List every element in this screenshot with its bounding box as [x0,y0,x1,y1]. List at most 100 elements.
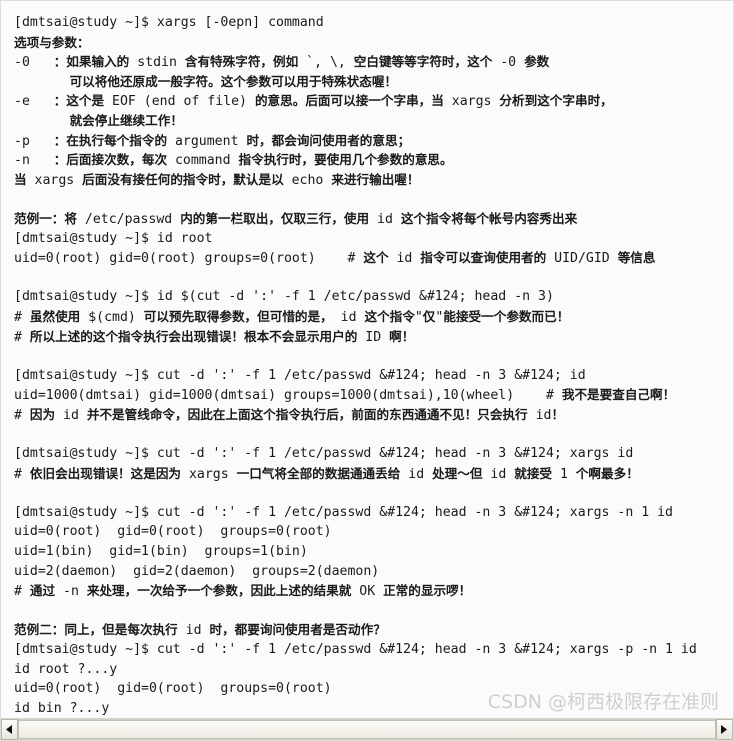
ascii-run: id bin ?...y [14,700,110,716]
ascii-run: -0 [492,55,525,71]
cjk-run: 我不是要查自己啊！ [561,387,676,403]
ascii-run: stdin [129,55,185,71]
ascii-run: -p [14,133,54,149]
terminal-line: [dmtsai@study ~]$ cut -d ':' -f 1 /etc/p… [14,366,733,386]
cjk-run: 所以上述的这个指令执行会出现错误！根本不会显示用户的 [29,328,358,344]
cjk-run: ：如果输入的 [53,54,130,70]
ascii-run: -e [14,94,54,110]
cjk-run: 虽然使用 [29,308,81,324]
ascii-run: id [55,407,87,423]
terminal-line: id bin ?...y [14,699,733,718]
ascii-run: uid=0(root) gid=0(root) groups=0(root) [14,524,332,540]
ascii-run: id [400,466,433,482]
ascii-run: [dmtsai@study ~]$ cut -d ':' -f 1 /etc/p… [14,504,673,520]
cjk-run: 仅 [422,308,436,324]
cjk-run: 能接受一个参数而已！ [443,308,570,324]
terminal-line: uid=0(root) gid=0(root) groups=0(root) #… [14,248,733,268]
ascii-run: argument [167,133,247,149]
ascii-run: uid=1(bin) gid=1(bin) groups=1(bin) [14,544,308,560]
ascii-run: [dmtsai@study ~]$ xargs [-0epn] command [14,15,324,30]
terminal-line: [dmtsai@study ~]$ cut -d ':' -f 1 /etc/p… [14,503,733,523]
terminal-line: [dmtsai@study ~]$ cut -d ':' -f 1 /etc/p… [14,444,733,464]
scrollbar-track[interactable] [18,719,716,740]
terminal-line: [dmtsai@study ~]$ id $(cut -d ':' -f 1 /… [14,287,733,307]
cjk-run: 可以预先取得参数，但可惜的是， [143,308,333,324]
cjk-run: 就会停止继续工作！ [69,112,183,128]
ascii-run: OK [351,584,384,600]
cjk-run: ：这个是 [53,93,105,109]
terminal-line: [dmtsai@study ~]$ cut -d ':' -f 1 /etc/p… [14,640,733,660]
cjk-run: 指令可以查询使用者的 [420,250,547,266]
terminal-line: 选项与参数： [14,33,733,53]
cjk-run: 空白键等等字符时，这个 [353,54,493,70]
cjk-run: 就接受 [514,465,552,481]
ascii-run: # [14,309,30,325]
terminal-line: # 因为 id 并不是管线命令，因此在上面这个指令执行后，前面的东西通通不见！只… [14,405,733,425]
scroll-left-arrow-icon[interactable] [1,719,18,740]
ascii-run: uid=2(daemon) gid=2(daemon) groups=2(dae… [14,563,380,579]
terminal-line: # 虽然使用 $(cmd) 可以预先取得参数，但可惜的是， id 这个指令"仅"… [14,307,733,327]
horizontal-scrollbar[interactable] [1,718,733,740]
terminal-line: [dmtsai@study ~]$ id root [14,229,733,249]
ascii-run: xargs [181,466,237,482]
scroll-right-arrow-icon[interactable] [716,719,733,740]
ascii-run: /etc/passwd [76,211,181,227]
terminal-line: 范例一：将 /etc/passwd 内的第一栏取出，仅取三行，使用 id 这个指… [14,209,733,229]
ascii-run: $(cmd) [80,309,144,325]
ascii-run: # [14,407,30,423]
cjk-run: ！ [551,406,565,422]
cjk-run: 时，都要询问使用者是否动作？ [209,622,386,638]
ascii-run: -n [14,153,54,169]
cjk-run: 一口气将全部的数据通通丢给 [236,465,401,481]
terminal-output: [dmtsai@study ~]$ xargs [-0epn] command 选… [1,1,733,718]
code-block-panel: [dmtsai@study ~]$ xargs [-0epn] command 选… [0,0,734,741]
ascii-run: EOF (end of file) [104,94,255,110]
terminal-line: -e ：这个是 EOF (end of file) 的意思。后面可以接一个字串，… [14,91,733,111]
cjk-run: 内的第一栏取出，仅取三行，使用 [180,210,370,226]
ascii-run: 1 [552,466,576,482]
cjk-run: 啊！ [389,328,415,344]
cjk-run: 参数 [524,54,550,70]
ascii-run: [dmtsai@study ~]$ cut -d ':' -f 1 /etc/p… [14,446,634,462]
ascii-run: id [177,623,210,639]
terminal-line: uid=0(root) gid=0(root) groups=0(root) [14,522,733,542]
terminal-line: uid=0(root) gid=0(root) groups=0(root) [14,679,733,699]
terminal-line: -0 ：如果输入的 stdin 含有特殊字符，例如 `, \, 空白键等等字符时… [14,52,733,72]
cjk-run: 这个指令将每个帐号内容秀出来 [400,210,578,226]
cjk-run: 当 [14,171,27,187]
scrollbar-thumb[interactable] [18,720,716,739]
cjk-run: 选项与参数： [14,34,90,50]
cjk-run: ：后面接次数，每次 [53,152,168,168]
terminal-line: 当 xargs 后面没有接任何的指令时，默认是以 echo 来进行输出喔！ [14,170,733,190]
cjk-run: 通过 [29,583,56,599]
cjk-run: ：在执行每个指令的 [53,132,168,148]
terminal-line: 范例二：同上，但是每次执行 id 时，都要询问使用者是否动作？ [14,620,733,640]
terminal-line: 就会停止继续工作！ [14,111,733,131]
cjk-run: 依旧会出现错误！这是因为 [29,465,182,481]
ascii-run: id [527,407,552,423]
ascii-run: -0 [14,55,54,71]
terminal-line: -p ：在执行每个指令的 argument 时，都会询问使用者的意思； [14,131,733,151]
ascii-run: uid=0(root) gid=0(root) groups=0(root) # [14,251,364,267]
ascii-run: uid=1000(dmtsai) gid=1000(dmtsai) groups… [14,388,562,404]
ascii-run: id [369,211,401,227]
terminal-line: id root ?...y [14,660,733,680]
cjk-run: 时，都会询问使用者的意思； [246,132,411,148]
cjk-run: 范例二：同上，但是每次执行 [14,622,178,638]
ascii-run: echo [283,172,332,188]
terminal-line: [dmtsai@study ~]$ xargs [-0epn] command [14,13,733,33]
terminal-line: uid=1(bin) gid=1(bin) groups=1(bin) [14,542,733,562]
cjk-run: 因为 [29,406,56,422]
ascii-run: id [332,309,365,325]
ascii-run: id [482,466,515,482]
ascii-run: # [14,329,30,345]
ascii-run [14,75,70,90]
cjk-run: 并不是管线命令，因此在上面这个指令执行后，前面的东西通通不见！只会执行 [86,406,528,422]
terminal-line: uid=1000(dmtsai) gid=1000(dmtsai) groups… [14,385,733,405]
ascii-run: uid=0(root) gid=0(root) groups=0(root) [14,681,332,697]
ascii-run: # [14,584,30,600]
